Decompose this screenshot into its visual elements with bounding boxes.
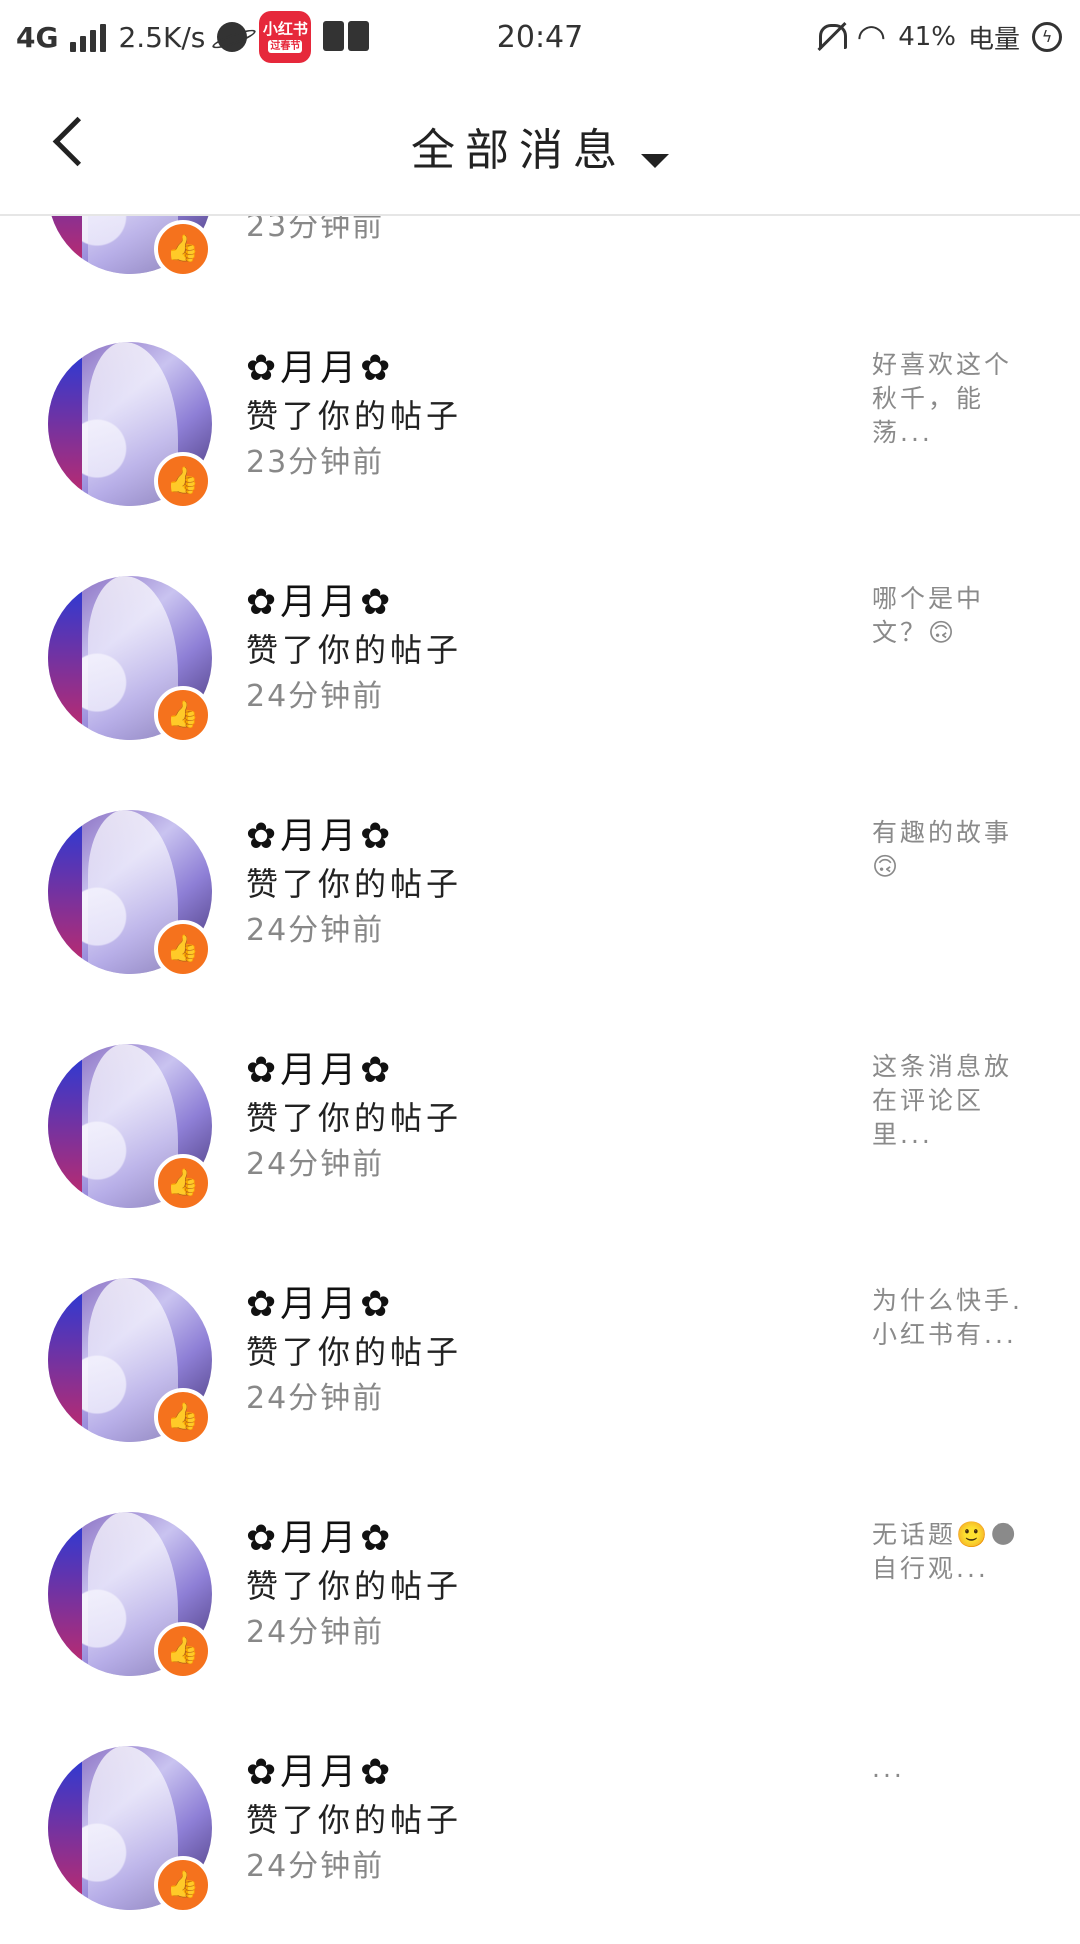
message-text: ✿月月✿ 赞了你的帖子 24分钟前 xyxy=(246,814,462,954)
username[interactable]: ✿月月✿ xyxy=(246,1750,462,1796)
list-item[interactable]: 👍 ✿月月✿ 赞了你的帖子 24分钟前 为什么快手.小红书有... xyxy=(0,1242,1080,1476)
title-dropdown[interactable]: 全部消息 xyxy=(0,114,1080,178)
action-text: 赞了你的帖子 xyxy=(246,1801,463,1839)
post-snippet[interactable]: 这条消息放在评论区里... xyxy=(872,1050,1032,1152)
username[interactable]: ✿月月✿ xyxy=(246,1282,462,1328)
list-item[interactable]: 👍 ✿月月✿ 赞了你的帖子 24分钟前 哪个是中文？🙃 xyxy=(0,540,1080,774)
username[interactable]: ✿月月✿ xyxy=(246,814,462,860)
thumbs-up-icon: 👍 xyxy=(154,1154,212,1212)
thumbs-up-icon: 👍 xyxy=(154,220,212,278)
caret-down-icon xyxy=(641,153,669,168)
timestamp: 24分钟前 xyxy=(246,1147,385,1182)
header-bar: 全部消息 xyxy=(0,74,1080,216)
list-item[interactable]: 👍 ✿月月✿ 赞了你的帖子 24分钟前 这条消息放在评论区里... xyxy=(0,1008,1080,1242)
username[interactable]: ✿月月✿ xyxy=(246,1048,462,1094)
action-text: 赞了你的帖子 xyxy=(246,631,463,669)
thumbs-up-icon: 👍 xyxy=(154,1622,212,1680)
post-snippet[interactable]: 无话题🙂🌑自行观... xyxy=(872,1518,1032,1586)
thumbs-up-icon: 👍 xyxy=(154,686,212,744)
message-text: ✿月月✿ 赞了你的帖子 23分钟前 xyxy=(246,346,462,486)
message-text: ✿月月✿ 赞了你的帖子 24分钟前 xyxy=(246,1516,462,1656)
username[interactable]: ✿月月✿ xyxy=(246,346,462,392)
action-text: 赞了你的帖子 xyxy=(246,1567,463,1605)
page-title: 全部消息 xyxy=(411,125,627,176)
message-text: ✿月月✿ 赞了你的帖子 24分钟前 xyxy=(246,580,462,720)
thumbs-up-icon: 👍 xyxy=(154,452,212,510)
timestamp: 24分钟前 xyxy=(246,679,385,714)
message-text: ✿月月✿ 赞了你的帖子 24分钟前 xyxy=(246,1282,462,1422)
action-text: 赞了你的帖子 xyxy=(246,865,463,903)
message-text: ✿月月✿ 赞了你的帖子 24分钟前 xyxy=(246,1048,462,1188)
username[interactable]: ✿月月✿ xyxy=(246,1516,462,1562)
post-snippet[interactable]: 为什么快手.小红书有... xyxy=(872,1284,1032,1352)
timestamp: 24分钟前 xyxy=(246,1381,385,1416)
list-item[interactable]: 👍 ✿月月✿ 赞了你的帖子 24分钟前 有趣的故事🙃 xyxy=(0,774,1080,1008)
list-item[interactable]: 👍 ✿月月✿ 赞了你的帖子 24分钟前 无话题🙂🌑自行观... xyxy=(0,1476,1080,1710)
action-text: 赞了你的帖子 xyxy=(246,1333,463,1371)
thumbs-up-icon: 👍 xyxy=(154,920,212,978)
post-snippet[interactable]: 哪个是中文？🙃 xyxy=(872,582,1032,650)
post-snippet[interactable]: ... xyxy=(872,1752,1032,1786)
action-text: 赞了你的帖子 xyxy=(246,397,463,435)
post-snippet[interactable]: 好喜欢这个秋千，能荡... xyxy=(872,348,1032,450)
thumbs-up-icon: 👍 xyxy=(154,1388,212,1446)
timestamp: 24分钟前 xyxy=(246,913,385,948)
timestamp: 24分钟前 xyxy=(246,1849,385,1884)
timestamp: 24分钟前 xyxy=(246,1615,385,1650)
list-item[interactable]: 👍 ✿月月✿ 赞了你的帖子 24分钟前... xyxy=(0,1710,1080,1944)
timestamp: 23分钟前 xyxy=(246,445,385,480)
username[interactable]: ✿月月✿ xyxy=(246,580,462,626)
thumbs-up-icon: 👍 xyxy=(154,1856,212,1914)
post-snippet[interactable]: 有趣的故事🙃 xyxy=(872,816,1032,884)
message-text: ✿月月✿ 赞了你的帖子 24分钟前 xyxy=(246,1750,462,1890)
list-item[interactable]: 👍 ✿月月✿ 赞了你的帖子 23分钟前 好喜欢这个秋千，能荡... xyxy=(0,306,1080,540)
action-text: 赞了你的帖子 xyxy=(246,1099,463,1137)
